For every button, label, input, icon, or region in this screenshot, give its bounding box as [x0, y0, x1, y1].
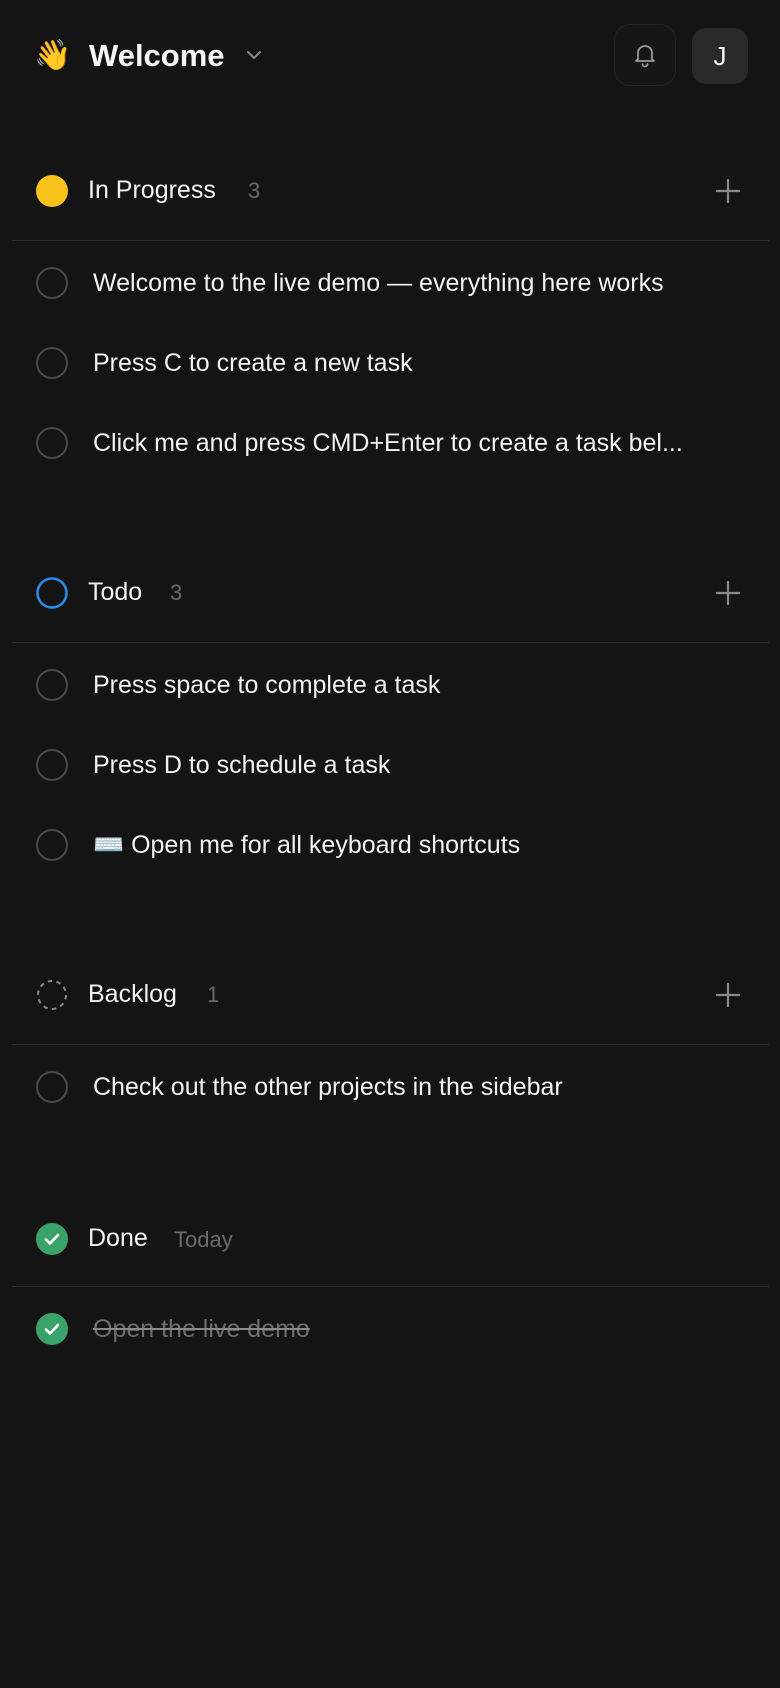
- task-title-completed: Open the live demo: [93, 1315, 310, 1343]
- task-row[interactable]: Press space to complete a task: [0, 645, 780, 725]
- task-title: Check out the other projects in the side…: [93, 1073, 563, 1101]
- task-checkbox[interactable]: [36, 267, 68, 299]
- task-checkbox[interactable]: [36, 427, 68, 459]
- backlog-status-icon: [37, 980, 67, 1010]
- project-title[interactable]: Welcome: [89, 36, 225, 76]
- add-task-plus-icon[interactable]: [714, 981, 742, 1009]
- task-row[interactable]: Click me and press CMD+Enter to create a…: [0, 403, 780, 483]
- section-date: Today: [174, 1227, 233, 1252]
- divider: [12, 642, 769, 643]
- done-check-icon: [36, 1223, 68, 1255]
- task-checkbox[interactable]: [36, 347, 68, 379]
- divider: [12, 1044, 769, 1045]
- divider: [12, 240, 769, 241]
- task-row[interactable]: Welcome to the live demo — everything he…: [0, 243, 780, 323]
- section-title: Done: [88, 1224, 148, 1252]
- task-title: Press C to create a new task: [93, 349, 413, 377]
- task-row[interactable]: Check out the other projects in the side…: [0, 1047, 780, 1127]
- add-task-plus-icon[interactable]: [714, 177, 742, 205]
- task-row[interactable]: ⌨️ Open me for all keyboard shortcuts: [0, 805, 780, 885]
- section-header-in-progress: In Progress 3: [0, 160, 780, 220]
- wave-emoji-icon: 👋: [34, 39, 72, 72]
- section-header-done: Done Today: [0, 1208, 780, 1268]
- task-checkbox[interactable]: [36, 1071, 68, 1103]
- task-title: Press space to complete a task: [93, 671, 441, 699]
- task-title: Welcome to the live demo — everything he…: [93, 269, 664, 297]
- task-row[interactable]: Open the live demo: [0, 1289, 780, 1369]
- chevron-down-icon[interactable]: [243, 44, 265, 66]
- avatar[interactable]: J: [692, 28, 748, 84]
- section-header-todo: Todo 3: [0, 562, 780, 622]
- section-count: 3: [170, 580, 183, 605]
- task-checkbox[interactable]: [36, 669, 68, 701]
- section-count: 1: [207, 982, 220, 1007]
- section-count: 3: [248, 178, 261, 203]
- section-title: In Progress: [88, 176, 216, 204]
- task-title: Press D to schedule a task: [93, 751, 391, 779]
- in-progress-status-icon: [36, 175, 68, 207]
- completed-check-icon[interactable]: [36, 1313, 68, 1345]
- section-header-backlog: Backlog 1: [0, 964, 780, 1024]
- section-title: Todo: [88, 578, 143, 606]
- task-checkbox[interactable]: [36, 749, 68, 781]
- notifications-button[interactable]: [614, 24, 676, 86]
- task-title: ⌨️ Open me for all keyboard shortcuts: [93, 831, 521, 859]
- task-row[interactable]: Press D to schedule a task: [0, 725, 780, 805]
- todo-status-icon: [36, 577, 68, 609]
- task-title: Click me and press CMD+Enter to create a…: [93, 429, 683, 457]
- task-row[interactable]: Press C to create a new task: [0, 323, 780, 403]
- task-checkbox[interactable]: [36, 829, 68, 861]
- divider: [12, 1286, 769, 1287]
- section-title: Backlog: [88, 980, 177, 1008]
- header: 👋 Welcome J: [0, 0, 780, 112]
- add-task-plus-icon[interactable]: [714, 579, 742, 607]
- bell-icon: [635, 45, 655, 68]
